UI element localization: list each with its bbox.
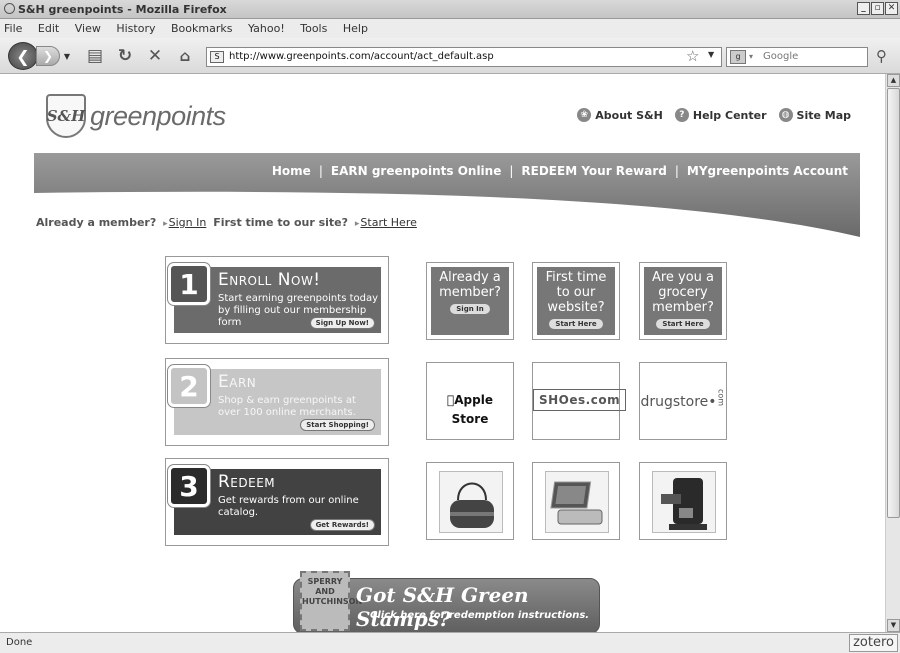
zotero-button[interactable]: zotero — [849, 634, 898, 652]
site-map-link[interactable]: ◍ Site Map — [778, 108, 851, 122]
step-title: Enroll Now! — [218, 270, 321, 290]
stamps-subtext: Click here for redemption instructions. — [370, 610, 590, 621]
member-line: Already a member? ▸Sign In First time to… — [36, 216, 417, 229]
menu-tools[interactable]: Tools — [300, 22, 327, 35]
first-time-tile[interactable]: First time to our website? Start Here — [532, 262, 620, 340]
help-center-link[interactable]: ? Help Center — [674, 108, 767, 122]
history-dropdown-icon[interactable]: ▼ — [62, 48, 72, 64]
search-placeholder: Google — [763, 51, 799, 62]
nav-redeem[interactable]: REDEEM Your Reward — [521, 164, 666, 178]
search-icon[interactable]: ⚲ — [876, 47, 887, 65]
step-number: 2 — [168, 365, 210, 407]
page-viewport: S&H greenpoints ❀ About S&H ? Help Center … — [0, 74, 885, 632]
window-controls: _ ▫ ✕ — [857, 2, 898, 15]
apple-store-tile[interactable]: Apple Store — [426, 362, 514, 440]
globe-icon: ◍ — [778, 108, 793, 122]
maximize-button[interactable]: ▫ — [871, 2, 884, 15]
get-rewards-button[interactable]: Get Rewards! — [309, 519, 375, 531]
sign-up-button[interactable]: Sign Up Now! — [309, 317, 375, 329]
scroll-up-icon[interactable]: ▲ — [887, 74, 900, 87]
dvd-player-image — [545, 471, 609, 533]
shoes-com-logo: SHOes.com — [533, 389, 627, 411]
window-title: S&H greenpoints - Mozilla Firefox — [18, 3, 227, 16]
menu-bar: File Edit View History Bookmarks Yahoo! … — [0, 19, 900, 38]
about-icon: ❀ — [577, 108, 592, 122]
bookmark-star-icon[interactable]: ☆ — [686, 47, 699, 65]
close-button[interactable]: ✕ — [885, 2, 898, 15]
step-desc: Get rewards from our online catalog. — [218, 495, 359, 518]
scroll-down-icon[interactable]: ▼ — [887, 619, 900, 632]
address-bar[interactable]: S http://www.greenpoints.com/account/act… — [206, 47, 722, 67]
dvd-player-product-tile[interactable] — [532, 462, 620, 540]
menu-history[interactable]: History — [116, 22, 155, 35]
nav-account[interactable]: MYgreenpoints Account — [687, 164, 848, 178]
help-icon: ? — [674, 108, 689, 122]
status-text: Done — [6, 637, 33, 648]
site-favicon: S — [210, 51, 224, 63]
url-dropdown-icon[interactable]: ▼ — [708, 50, 714, 59]
start-here-link[interactable]: Start Here — [360, 216, 416, 229]
menu-help[interactable]: Help — [343, 22, 368, 35]
window-titlebar: S&H greenpoints - Mozilla Firefox _ ▫ ✕ — [0, 0, 900, 19]
url-text: http://www.greenpoints.com/account/act_d… — [229, 51, 494, 62]
handbag-image — [439, 471, 503, 533]
step-title: Redeem — [218, 472, 276, 492]
vertical-scrollbar[interactable]: ▲ ▼ — [885, 74, 900, 632]
arrow-icon: ▸ — [354, 219, 360, 229]
menu-view[interactable]: View — [75, 22, 101, 35]
about-link[interactable]: ❀ About S&H — [577, 108, 663, 122]
home-icon[interactable]: ⌂ — [174, 46, 196, 66]
already-member-tile[interactable]: Already a member? Sign In — [426, 262, 514, 340]
stamp-badge: SPERRY AND HUTCHINSON — [300, 571, 362, 631]
handbag-product-tile[interactable] — [426, 462, 514, 540]
step-number: 3 — [168, 465, 210, 507]
menu-yahoo[interactable]: Yahoo! — [248, 22, 285, 35]
reload-icon[interactable]: ↻ — [114, 46, 136, 66]
drugstore-logo: drugstore•com — [640, 389, 726, 411]
site-logo[interactable]: S&H greenpoints — [46, 94, 226, 138]
back-button[interactable]: ❮ — [8, 42, 38, 70]
scroll-thumb[interactable] — [887, 88, 900, 518]
shoes-com-tile[interactable]: SHOes.com — [532, 362, 627, 440]
espresso-maker-image — [652, 471, 716, 533]
start-shopping-button[interactable]: Start Shopping! — [300, 419, 375, 431]
start-here-button[interactable]: Start Here — [656, 319, 710, 329]
top-links: ❀ About S&H ? Help Center ◍ Site Map — [577, 108, 851, 122]
grocery-member-tile[interactable]: Are you a grocery member? Start Here — [639, 262, 727, 340]
apple-store-logo: Apple Store — [430, 393, 510, 426]
engine-dropdown-icon[interactable]: ▾ — [749, 48, 753, 66]
espresso-maker-product-tile[interactable] — [639, 462, 727, 540]
search-input[interactable]: g ▾ Google — [726, 47, 868, 67]
menu-edit[interactable]: Edit — [38, 22, 59, 35]
search-engine-icon[interactable]: g — [730, 50, 746, 64]
arrow-icon: ▸ — [163, 219, 168, 229]
sign-in-link[interactable]: Sign In — [169, 216, 207, 229]
step-number: 1 — [168, 263, 210, 305]
minimize-button[interactable]: _ — [857, 2, 870, 15]
status-bar: Done zotero — [0, 632, 900, 653]
print-icon[interactable]: ▤ — [84, 46, 106, 66]
firefox-icon — [4, 3, 15, 14]
stop-icon[interactable]: ✕ — [144, 46, 166, 66]
nav-home[interactable]: Home — [272, 164, 311, 178]
step-desc: Shop & earn greenpoints at over 100 onli… — [218, 395, 356, 418]
navigation-toolbar: ❮ ❯ ▼ ▤ ↻ ✕ ⌂ S http://www.greenpoints.c… — [0, 38, 900, 74]
forward-button[interactable]: ❯ — [36, 46, 60, 66]
sh-shield-logo: S&H — [46, 94, 86, 138]
drugstore-tile[interactable]: drugstore•com — [639, 362, 727, 440]
menu-bookmarks[interactable]: Bookmarks — [171, 22, 232, 35]
step-title: Earn — [218, 372, 257, 392]
enroll-box[interactable]: 1 Enroll Now! Start earning greenpoints … — [165, 256, 389, 344]
earn-box[interactable]: 2 Earn Shop & earn greenpoints at over 1… — [165, 358, 389, 446]
stamps-headline: Got S&H Green Stamps? — [356, 583, 529, 631]
sign-in-button[interactable]: Sign In — [450, 304, 490, 314]
start-here-button[interactable]: Start Here — [549, 319, 603, 329]
logo-text: greenpoints — [90, 100, 226, 131]
green-stamps-banner[interactable]: SPERRY AND HUTCHINSON Got S&H Green Stam… — [293, 571, 600, 632]
redeem-box[interactable]: 3 Redeem Get rewards from our online cat… — [165, 458, 389, 546]
main-nav: Home | EARN greenpoints Online | REDEEM Yo… — [271, 164, 848, 178]
menu-file[interactable]: File — [4, 22, 22, 35]
nav-earn[interactable]: EARN greenpoints Online — [331, 164, 501, 178]
